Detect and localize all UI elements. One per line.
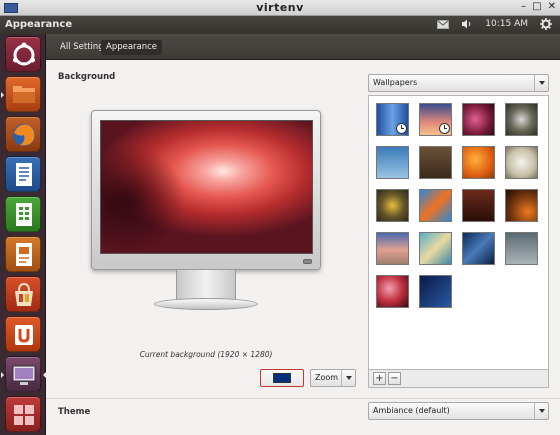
calc-icon[interactable]: [5, 196, 41, 232]
color-swatch: [273, 373, 291, 383]
wallpaper-white-bloom[interactable]: [505, 146, 538, 179]
system-settings-icon[interactable]: [5, 356, 41, 392]
chevron-down-icon: [341, 370, 355, 386]
wallpaper-dark-red[interactable]: [462, 189, 495, 222]
chevron-down-icon: [534, 403, 548, 419]
wallpaper-sky-bird[interactable]: [376, 146, 409, 179]
writer-icon[interactable]: [5, 156, 41, 192]
clock-icon: [439, 123, 450, 134]
wallpaper-gallery[interactable]: [368, 95, 549, 370]
volume-icon[interactable]: [461, 19, 473, 29]
workspace-switcher-icon[interactable]: [5, 396, 41, 432]
wallpaper-source-combo[interactable]: Wallpapers: [368, 74, 549, 92]
wallpaper-source-value: Wallpapers: [373, 78, 418, 87]
impress-icon[interactable]: [5, 236, 41, 272]
remove-wallpaper-button[interactable]: −: [388, 372, 401, 385]
appearance-crumb[interactable]: Appearance: [101, 40, 163, 55]
wallpaper-beach[interactable]: [376, 232, 409, 265]
theme-combo[interactable]: Ambiance (default): [368, 402, 549, 420]
close-button[interactable]: ✕: [548, 1, 556, 12]
wallpaper-grey-mist[interactable]: [505, 232, 538, 265]
ubuntu-one-icon[interactable]: [5, 316, 41, 352]
gear-icon[interactable]: [540, 18, 552, 30]
window-controls: – □ ✕: [521, 1, 556, 12]
files-running-pip: [1, 92, 4, 98]
window-titlebar[interactable]: virtenv – □ ✕: [0, 0, 560, 16]
chevron-down-icon: [534, 75, 548, 91]
placement-value: Zoom: [315, 373, 339, 382]
wallpaper-dandelion[interactable]: [505, 103, 538, 136]
wallpaper-red-bokeh[interactable]: [376, 275, 409, 308]
wallpaper-night-blue[interactable]: [419, 275, 452, 308]
background-label: Background: [58, 72, 116, 82]
current-background-caption: Current background (1920 × 1280): [139, 350, 273, 359]
wallpaper-blue-lines[interactable]: [376, 103, 409, 136]
top-panel: Appearance 10:15 AM: [0, 16, 560, 34]
placement-combo[interactable]: Zoom: [310, 369, 356, 387]
clock-text[interactable]: 10:15 AM: [485, 19, 528, 29]
minimize-button[interactable]: –: [521, 1, 526, 12]
monitor-base: [154, 298, 258, 310]
ubuntu-logo-icon[interactable]: [5, 36, 41, 72]
panel-app-title: Appearance: [5, 19, 73, 30]
wallpaper-orange-ring[interactable]: [505, 189, 538, 222]
monitor-power-light: [303, 259, 312, 264]
wallpaper-mosaic[interactable]: [419, 232, 452, 265]
wallpaper-flower-pink[interactable]: [462, 103, 495, 136]
wallpaper-brown-texture[interactable]: [419, 146, 452, 179]
maximize-button[interactable]: □: [532, 1, 541, 12]
files-icon[interactable]: [5, 76, 41, 112]
panel-indicators: 10:15 AM: [437, 18, 552, 30]
firefox-icon[interactable]: [5, 116, 41, 152]
window-title: virtenv: [256, 1, 304, 14]
software-center-icon[interactable]: [5, 276, 41, 312]
wallpaper-sunset[interactable]: [419, 103, 452, 136]
wallpaper-orange-petals[interactable]: [462, 146, 495, 179]
background-color-button[interactable]: [260, 369, 304, 387]
wallpaper-graffiti[interactable]: [419, 189, 452, 222]
current-background-preview: [100, 120, 313, 254]
breadcrumb: All Settings Appearance: [46, 34, 560, 60]
wallpaper-leaf-flower[interactable]: [376, 189, 409, 222]
settings-running-pip: [1, 372, 4, 378]
add-remove-bar: + −: [368, 370, 549, 388]
monitor-preview: [91, 110, 321, 270]
mail-icon[interactable]: [437, 19, 450, 29]
appearance-panel: Background Current background (1920 × 12…: [46, 60, 560, 435]
launcher: [0, 34, 46, 435]
theme-label: Theme: [58, 407, 91, 417]
theme-value: Ambiance (default): [373, 406, 450, 415]
add-wallpaper-button[interactable]: +: [373, 372, 386, 385]
clock-icon: [396, 123, 407, 134]
section-divider: [46, 398, 560, 399]
wallpaper-blue-wave[interactable]: [462, 232, 495, 265]
